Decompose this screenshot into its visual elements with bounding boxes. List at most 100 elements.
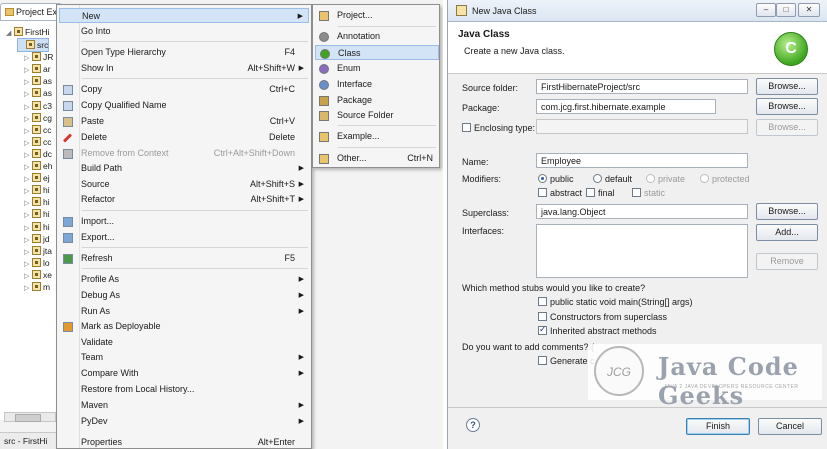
menu-item-run-as[interactable]: Run As ▶ [59, 304, 309, 319]
browse-package-button[interactable]: Browse... [756, 98, 818, 115]
enclosing-type-checkbox[interactable] [462, 123, 471, 132]
menu-item-restore-from-local-history[interactable]: Restore from Local History... [59, 382, 309, 397]
explorer-horizontal-scrollbar[interactable] [4, 412, 56, 422]
new-submenu-item-other[interactable]: Other... Ctrl+N [315, 151, 439, 166]
menu-item-compare-with[interactable]: Compare With ▶ [59, 366, 309, 381]
menu-item-show-in[interactable]: Show In Alt+Shift+W ▶ [59, 61, 309, 76]
menu-item-copy-qualified-name[interactable]: Copy Qualified Name [59, 98, 309, 113]
tree-item[interactable]: ▷ hi [24, 221, 50, 233]
menu-item-properties[interactable]: Properties Alt+Enter [59, 435, 309, 449]
menu-item-open-type-hierarchy[interactable]: Open Type Hierarchy F4 [59, 45, 309, 60]
tree-item[interactable]: ▷ hi [24, 184, 50, 196]
modifier-final-checkbox[interactable] [586, 188, 595, 197]
tree-project-row[interactable]: ◢ FirstHi [6, 26, 50, 38]
stub-constructors-checkbox[interactable] [538, 312, 547, 321]
stub-main-checkbox[interactable] [538, 297, 547, 306]
menu-item-export[interactable]: Export... [59, 230, 309, 245]
menu-item-debug-as[interactable]: Debug As ▶ [59, 288, 309, 303]
tree-item[interactable]: ▷ eh [24, 160, 52, 172]
new-submenu-item-interface[interactable]: Interface [315, 77, 439, 92]
header-description: Create a new Java class. [464, 46, 565, 56]
close-window-button[interactable]: ✕ [798, 3, 820, 17]
tree-item[interactable]: ▷ hi [24, 208, 50, 220]
menu-item-profile-as[interactable]: Profile As ▶ [59, 272, 309, 287]
new-submenu-item-example[interactable]: Example... [315, 129, 439, 144]
new-submenu-item-enum[interactable]: Enum [315, 61, 439, 76]
menu-item-delete[interactable]: Delete Delete [59, 130, 309, 145]
menu-item-pydev[interactable]: PyDev ▶ [59, 414, 309, 429]
enclosing-type-field[interactable] [536, 119, 748, 134]
submenu-arrow-icon: ▶ [298, 196, 304, 203]
menu-item-refresh[interactable]: Refresh F5 [59, 251, 309, 266]
class-name-field[interactable]: Employee [536, 153, 748, 168]
tree-item[interactable]: ▷ cg [24, 112, 52, 124]
remove-interface-button[interactable]: Remove [756, 253, 818, 270]
tree-item[interactable]: src [16, 38, 50, 52]
modifier-public-radio[interactable] [538, 174, 547, 183]
tree-item[interactable]: ▷ ej [24, 172, 50, 184]
menu-item-new[interactable]: New ▶ [59, 8, 309, 23]
tree-item[interactable]: ▷ dc [24, 148, 52, 160]
menu-item-paste[interactable]: Paste Ctrl+V [59, 114, 309, 129]
dialog-title-bar[interactable]: New Java Class – □ ✕ [448, 0, 827, 22]
superclass-field[interactable]: java.lang.Object [536, 204, 748, 219]
modifier-static-label: static [644, 188, 666, 198]
menu-item-source[interactable]: Source Alt+Shift+S ▶ [59, 177, 309, 192]
method-stubs-question: Which method stubs would you like to cre… [462, 283, 646, 293]
tree-item[interactable]: ▷ as [24, 87, 52, 99]
modifier-protected-radio[interactable] [700, 174, 709, 183]
new-submenu-item-project[interactable]: Project... [315, 8, 439, 23]
project-explorer-tree[interactable]: ◢ FirstHi src ▷ JR ▷ ar ▷ as ▷ as ▷ c3 ▷ cg ▷ cc ▷ cc ▷ dc ▷… [0, 20, 62, 420]
tree-item[interactable]: ▷ jd [24, 233, 50, 245]
help-icon[interactable]: ? [466, 418, 480, 432]
menu-item-team[interactable]: Team ▶ [59, 350, 309, 365]
tree-item[interactable]: ▷ cc [24, 136, 52, 148]
tree-item-label: ar [43, 64, 51, 75]
tree-item[interactable]: ▷ as [24, 75, 52, 87]
menu-item-shortcut: Ctrl+N [407, 153, 433, 163]
menu-item-import[interactable]: Import... [59, 214, 309, 229]
tree-item[interactable]: ▷ cc [24, 124, 52, 136]
menu-item-remove-from-context[interactable]: Remove from Context Ctrl+Alt+Shift+Down [59, 146, 309, 161]
tree-item[interactable]: ▷ lo [24, 257, 50, 269]
stub-inherited-checkbox[interactable] [538, 324, 547, 335]
cancel-button[interactable]: Cancel [758, 418, 822, 435]
new-submenu-item-package[interactable]: Package [315, 93, 439, 108]
menu-item-go-into[interactable]: Go Into [59, 24, 309, 39]
finish-button[interactable]: Finish [686, 418, 750, 435]
modifier-private-radio[interactable] [646, 174, 655, 183]
project-explorer-tab[interactable]: Project Exp [0, 3, 62, 20]
tree-item[interactable]: ▷ m [24, 281, 50, 293]
modifier-abstract-checkbox[interactable] [538, 188, 547, 197]
tree-item[interactable]: ▷ c3 [24, 100, 52, 112]
minimize-button[interactable]: – [756, 3, 776, 17]
menu-item-shortcut: Ctrl+C [269, 84, 295, 94]
menu-item-build-path[interactable]: Build Path ▶ [59, 161, 309, 176]
menu-item-refactor[interactable]: Refactor Alt+Shift+T ▶ [59, 192, 309, 207]
interfaces-list[interactable] [536, 224, 748, 278]
tree-item[interactable]: ▷ JR [24, 51, 53, 63]
add-interface-button[interactable]: Add... [756, 224, 818, 241]
generate-comments-checkbox[interactable] [538, 356, 547, 365]
status-text: src - FirstHi [4, 436, 48, 446]
new-submenu-item-annotation[interactable]: Annotation [315, 29, 439, 44]
modifier-static-checkbox[interactable] [632, 188, 641, 197]
source-folder-field[interactable]: FirstHibernateProject/src [536, 79, 748, 94]
new-submenu-item-class[interactable]: Class [315, 45, 439, 60]
browse-source-folder-button[interactable]: Browse... [756, 78, 818, 95]
package-field[interactable]: com.jcg.first.hibernate.example [536, 99, 716, 114]
tree-item[interactable]: ▷ jta [24, 245, 52, 257]
browse-superclass-button[interactable]: Browse... [756, 203, 818, 220]
tree-item[interactable]: ▷ xe [24, 269, 52, 281]
menu-item-validate[interactable]: Validate [59, 335, 309, 350]
menu-item-mark-as-deployable[interactable]: Mark as Deployable [59, 319, 309, 334]
maximize-button[interactable]: □ [776, 3, 796, 17]
menu-item-copy[interactable]: Copy Ctrl+C [59, 82, 309, 97]
tree-item[interactable]: ▷ ar [24, 63, 51, 75]
modifier-default-radio[interactable] [593, 174, 602, 183]
package-label: Package: [462, 103, 500, 113]
browse-enclosing-button[interactable]: Browse... [756, 119, 818, 136]
tree-item[interactable]: ▷ hi [24, 196, 50, 208]
menu-item-maven[interactable]: Maven ▶ [59, 398, 309, 413]
new-submenu-item-source-folder[interactable]: Source Folder [315, 108, 439, 123]
